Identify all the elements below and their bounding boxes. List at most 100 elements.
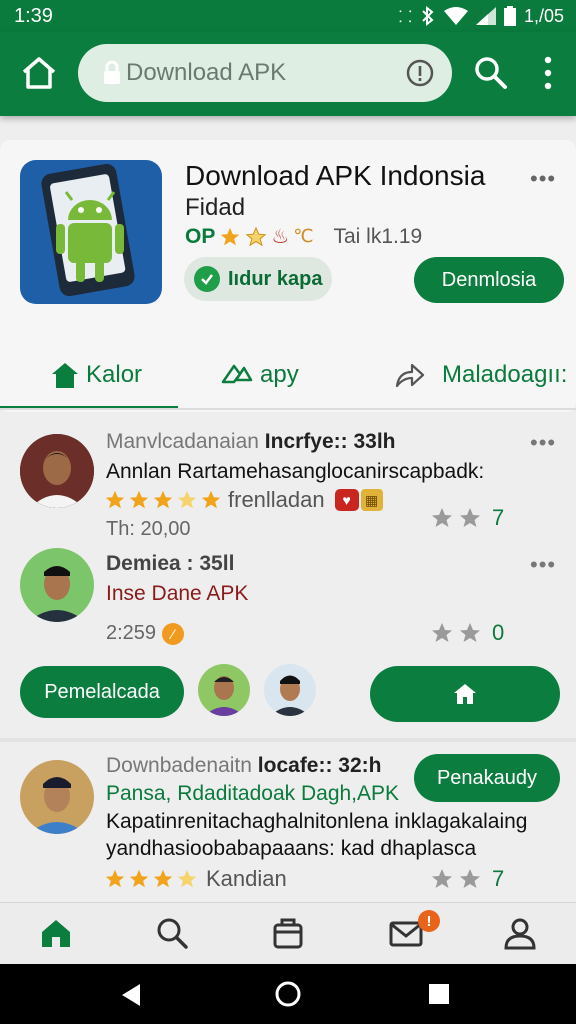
post-time: locafe:: 32:h (257, 754, 382, 777)
app-more-icon[interactable]: ••• (530, 166, 556, 192)
post-rating: frenlladan ♥ ▦ (104, 487, 383, 513)
post-time: Incrfye:: 33lh (264, 430, 396, 453)
post-rating-label: frenlladan (228, 487, 325, 512)
post-text: Annlan Rartamehasanglocanirscapbadk: (106, 460, 485, 483)
post-author: Demiea : 35ll (106, 552, 235, 575)
flame-icon: ♨ (271, 226, 290, 248)
post-meta: Demiea : 35ll (106, 552, 234, 576)
tab-label: Kalor (86, 361, 143, 388)
avatar[interactable] (20, 760, 94, 834)
post-text: Kapatinrenitachaghalnitonlena inklagakal… (106, 810, 528, 833)
nav-home-icon[interactable] (38, 915, 74, 951)
home-pill-button[interactable] (370, 666, 560, 722)
app-icon (20, 160, 162, 304)
bottom-nav (0, 902, 576, 964)
home-icon[interactable] (20, 54, 58, 92)
share-icon (395, 363, 425, 388)
tab-home[interactable]: Kalor (50, 352, 142, 398)
notification-badge: ! (418, 910, 440, 932)
wifi-icon (443, 7, 468, 25)
post-text: yandhasioobabapaaans: kad dhaplasca (106, 837, 477, 860)
post-more-icon[interactable]: ••• (530, 552, 556, 578)
avatar[interactable] (20, 548, 94, 622)
address-bar[interactable]: Download APK (78, 44, 452, 102)
app-title: Download APK Indonsia (185, 160, 486, 191)
avatar-small[interactable] (198, 664, 250, 716)
nfc-icon: ⸬ (398, 9, 412, 26)
install-chip-label: Iıdur kapa (228, 267, 323, 290)
vote-counter[interactable]: 7 (430, 505, 504, 531)
nav-store-icon[interactable] (270, 915, 306, 951)
status-bar: 1:39 ⸬ 1,/05 (0, 0, 576, 32)
vote-counter[interactable]: 0 (430, 620, 504, 646)
search-icon[interactable] (472, 54, 508, 90)
star-icon (221, 227, 240, 245)
vote-count: 0 (492, 620, 505, 645)
app-meta-prefix: OP (185, 224, 216, 248)
tab-apps[interactable]: apy (220, 352, 299, 398)
avatar[interactable] (20, 434, 94, 508)
system-nav-bar (0, 964, 576, 1024)
star-gray-icon (460, 508, 480, 527)
install-chip[interactable]: Iıdur kapa (184, 257, 332, 301)
signal-icon (475, 7, 496, 25)
status-icons: ⸬ 1,/05 (399, 5, 564, 27)
star-gray-icon (460, 869, 480, 888)
app-developer: Fidad (185, 194, 246, 221)
star-icon (129, 869, 149, 888)
nav-search-icon[interactable] (154, 915, 190, 951)
download-button[interactable]: Denmlosia (414, 257, 564, 303)
star-outline-icon (177, 869, 197, 888)
bluetooth-icon (422, 6, 434, 26)
tab-share[interactable]: Maladoagıı: (394, 352, 567, 398)
info-icon[interactable] (406, 59, 434, 87)
candle-icon: ℃ (293, 226, 314, 246)
post-rating: Kandian (104, 866, 287, 892)
star-gray-icon (432, 508, 452, 527)
post-text: Inse Dane APK (106, 582, 249, 605)
action-pill-button[interactable]: Pemelalcada (20, 666, 184, 718)
apps-icon (221, 364, 253, 384)
tabs-divider (0, 408, 576, 410)
post-meta: Downbadenaitn locafe:: 32:h (106, 754, 382, 778)
home-circle-icon[interactable] (274, 980, 302, 1008)
star-gray-icon (460, 623, 480, 642)
post-date: 2:259 (106, 622, 157, 644)
post-author: Manvlcadanaian (106, 430, 259, 453)
back-icon[interactable] (118, 982, 144, 1008)
star-half-icon (177, 490, 197, 509)
tab-label: apy (260, 361, 299, 388)
status-battery-text: 1,/05 (523, 5, 564, 26)
app-meta: OP ♨ ℃ Tai lk1.19 (185, 224, 422, 249)
vote-counter[interactable]: 7 (430, 866, 504, 892)
battery-icon (503, 6, 516, 26)
star-icon (201, 490, 221, 509)
post-rating-label: Kandian (206, 866, 287, 891)
post-more-icon[interactable]: ••• (530, 430, 556, 456)
star-icon (105, 490, 125, 509)
post-meta: Manvlcadanaian Incrfye:: 33lh (106, 430, 396, 454)
nav-profile-icon[interactable] (502, 915, 538, 951)
gift-icon: ♥ (334, 489, 359, 511)
star-gray-icon (432, 869, 452, 888)
star-outline-icon (245, 226, 267, 246)
follow-button[interactable]: Penakaudy (414, 754, 560, 802)
overflow-menu-icon[interactable] (536, 54, 560, 92)
android-phone-icon (41, 163, 135, 297)
app-bar: Download APK (0, 32, 576, 116)
star-gray-icon (432, 623, 452, 642)
address-text: Download APK (126, 59, 287, 86)
vote-count: 7 (492, 505, 505, 530)
recents-icon[interactable] (428, 983, 450, 1005)
screen: 1:39 ⸬ 1,/05 Download APK Download APK I… (0, 0, 576, 1024)
home-filled-icon (52, 363, 78, 388)
app-card: Download APK Indonsia Fidad OP ♨ ℃ Tai l… (0, 140, 576, 412)
post-author: Downbadenaitn (106, 754, 252, 777)
post-headline: Pansa, Rdaditadoak Dagh,APK (106, 782, 400, 805)
tab-label: Maladoagıı: (442, 361, 568, 388)
basket-icon: ▦ (360, 489, 383, 511)
home-filled-icon (454, 684, 476, 704)
star-icon (129, 490, 149, 509)
check-badge-icon (194, 266, 220, 292)
avatar-small[interactable] (264, 664, 316, 716)
